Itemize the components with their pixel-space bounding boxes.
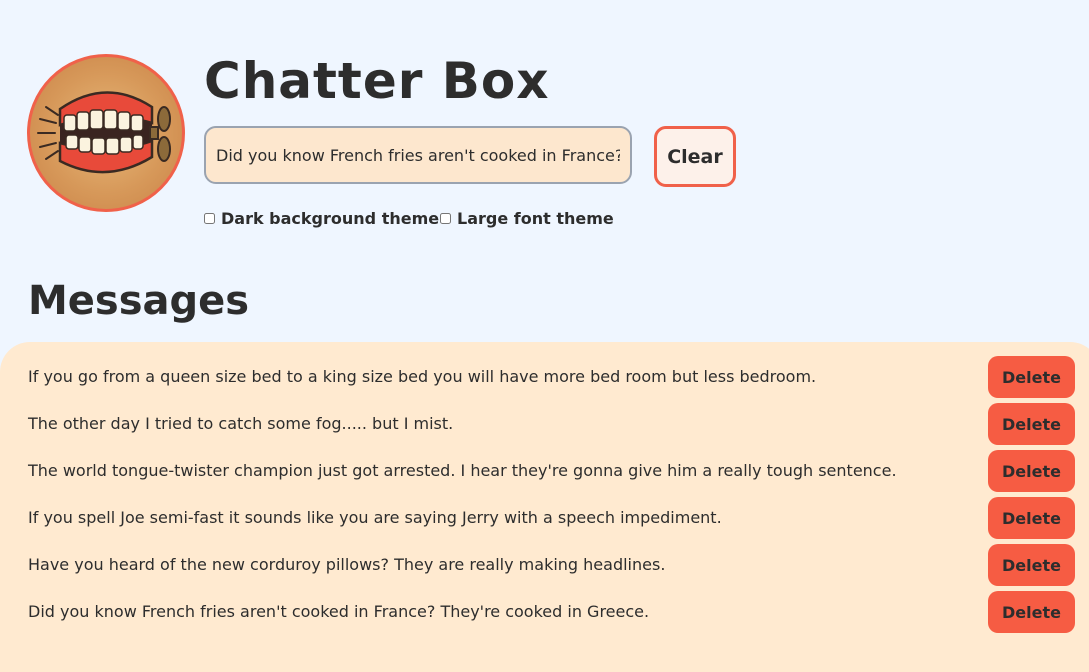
delete-button[interactable]: Delete bbox=[988, 403, 1075, 445]
message-text: The world tongue-twister champion just g… bbox=[28, 461, 897, 480]
message-row: The world tongue-twister champion just g… bbox=[0, 450, 1089, 492]
app-logo bbox=[27, 54, 185, 212]
message-row: If you spell Joe semi-fast it sounds lik… bbox=[0, 497, 1089, 539]
message-row: Have you heard of the new corduroy pillo… bbox=[0, 544, 1089, 586]
delete-button[interactable]: Delete bbox=[988, 450, 1075, 492]
message-text: The other day I tried to catch some fog.… bbox=[28, 414, 454, 433]
message-text: If you go from a queen size bed to a kin… bbox=[28, 367, 817, 386]
message-input[interactable] bbox=[204, 126, 632, 184]
delete-button[interactable]: Delete bbox=[988, 356, 1075, 398]
dark-theme-label: Dark background theme bbox=[221, 209, 440, 228]
message-text: Did you know French fries aren't cooked … bbox=[28, 602, 650, 621]
delete-button[interactable]: Delete bbox=[988, 591, 1075, 633]
large-font-option[interactable]: Large font theme bbox=[440, 209, 614, 228]
dark-theme-checkbox[interactable] bbox=[204, 213, 215, 224]
message-text: If you spell Joe semi-fast it sounds lik… bbox=[28, 508, 722, 527]
message-text: Have you heard of the new corduroy pillo… bbox=[28, 555, 666, 574]
large-font-checkbox[interactable] bbox=[440, 213, 451, 224]
message-row: If you go from a queen size bed to a kin… bbox=[0, 356, 1089, 398]
dark-theme-option[interactable]: Dark background theme bbox=[204, 209, 439, 228]
clear-button[interactable]: Clear bbox=[654, 126, 736, 187]
messages-heading: Messages bbox=[28, 278, 250, 324]
messages-list: If you go from a queen size bed to a kin… bbox=[0, 342, 1089, 672]
message-row: The other day I tried to catch some fog.… bbox=[0, 403, 1089, 445]
delete-button[interactable]: Delete bbox=[988, 544, 1075, 586]
app-title: Chatter Box bbox=[204, 52, 550, 110]
delete-button[interactable]: Delete bbox=[988, 497, 1075, 539]
message-row: Did you know French fries aren't cooked … bbox=[0, 591, 1089, 633]
large-font-label: Large font theme bbox=[457, 209, 614, 228]
wind-up-teeth-icon bbox=[37, 91, 171, 174]
